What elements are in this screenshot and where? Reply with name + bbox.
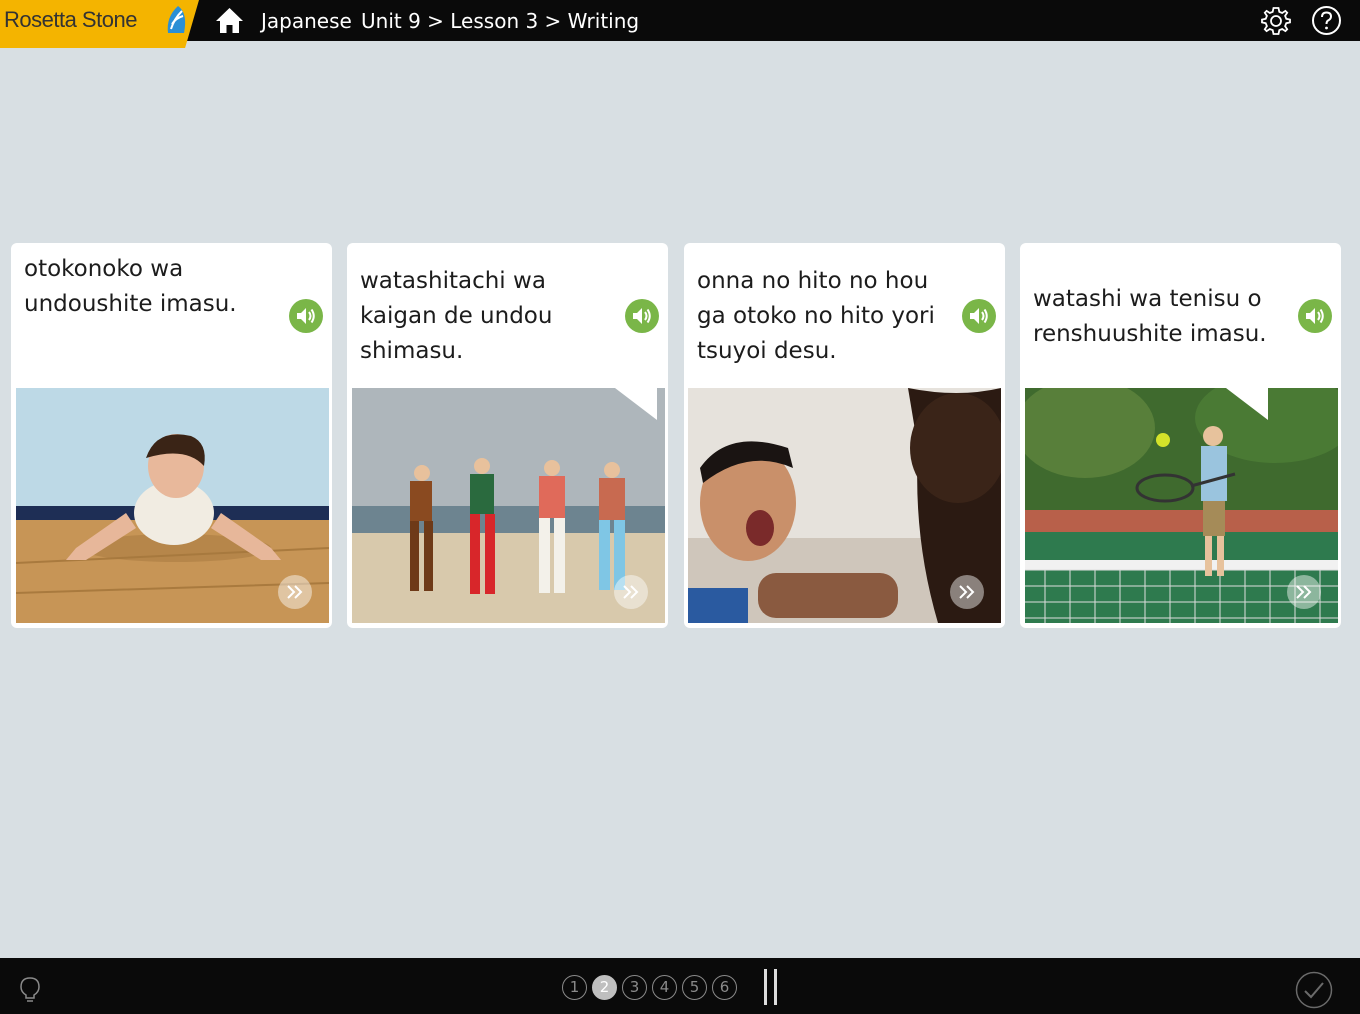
audio-button[interactable] <box>625 299 659 333</box>
card-image <box>16 388 329 623</box>
answer-card[interactable]: watashitachi wa kaigan de undou shimasu. <box>347 243 668 628</box>
card-image <box>352 388 665 623</box>
step-5[interactable]: 5 <box>682 975 707 1000</box>
audio-button[interactable] <box>289 299 323 333</box>
audio-icon <box>1306 308 1324 324</box>
answer-card[interactable]: watashi wa tenisu o renshuushite imasu. <box>1020 243 1341 628</box>
card-text: watashi wa tenisu o renshuushite imasu. <box>1033 286 1267 347</box>
speech-notch <box>615 388 657 420</box>
speech-notch <box>1226 388 1268 420</box>
next-button[interactable] <box>614 575 648 609</box>
next-icon <box>287 585 303 599</box>
next-icon <box>623 585 639 599</box>
bottom-bar: 1 2 3 4 5 6 <box>0 958 1360 1014</box>
breadcrumb-language[interactable]: Japanese <box>261 9 352 33</box>
card-text: otokonoko wa undoushite imasu. <box>24 256 237 317</box>
step-1[interactable]: 1 <box>562 975 587 1000</box>
home-icon[interactable] <box>215 6 244 34</box>
gear-icon[interactable] <box>1260 5 1292 37</box>
next-icon <box>1296 585 1312 599</box>
card-image <box>1025 388 1338 623</box>
check-icon[interactable] <box>1295 971 1333 1009</box>
next-button[interactable] <box>278 575 312 609</box>
audio-icon <box>970 308 988 324</box>
logo-mark-icon <box>167 6 186 33</box>
step-2[interactable]: 2 <box>592 975 617 1000</box>
rosetta-stone-logo[interactable]: Rosetta Stone <box>0 0 199 48</box>
card-text: onna no hito no hou ga otoko no hito yor… <box>697 268 935 364</box>
audio-icon <box>633 308 651 324</box>
audio-icon <box>297 308 315 324</box>
pause-icon[interactable] <box>763 969 779 1005</box>
answer-card[interactable]: onna no hito no hou ga otoko no hito yor… <box>684 243 1005 628</box>
step-6[interactable]: 6 <box>712 975 737 1000</box>
step-3[interactable]: 3 <box>622 975 647 1000</box>
card-text: watashitachi wa kaigan de undou shimasu. <box>360 268 553 364</box>
breadcrumb[interactable]: Unit 9 > Lesson 3 > Writing <box>361 9 639 33</box>
help-icon[interactable] <box>1311 5 1342 36</box>
next-button[interactable] <box>1287 575 1321 609</box>
hint-icon[interactable] <box>18 976 42 1004</box>
top-bar: Rosetta Stone Japanese Unit 9 > Lesson 3… <box>0 0 1360 48</box>
step-4[interactable]: 4 <box>652 975 677 1000</box>
audio-button[interactable] <box>962 299 996 333</box>
audio-button[interactable] <box>1298 299 1332 333</box>
step-indicator: 1 2 3 4 5 6 <box>562 975 737 1000</box>
next-button[interactable] <box>950 575 984 609</box>
next-icon <box>959 585 975 599</box>
logo-text: Rosetta Stone <box>4 7 137 32</box>
answer-card[interactable]: otokonoko wa undoushite imasu. <box>11 243 332 628</box>
card-image <box>688 388 1001 623</box>
